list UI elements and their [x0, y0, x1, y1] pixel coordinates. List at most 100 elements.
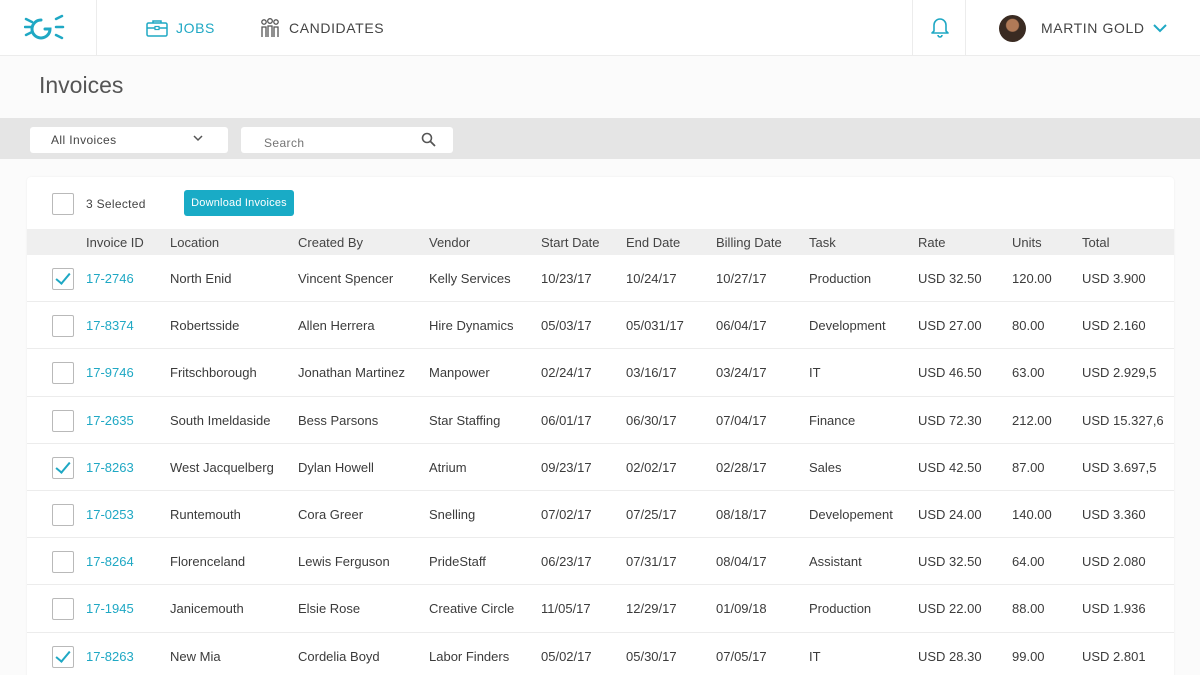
- row-checkbox[interactable]: [52, 362, 74, 385]
- units-cell: 140.00: [1012, 506, 1052, 522]
- invoice-id-link[interactable]: 17-2635: [86, 413, 134, 428]
- col-total-header[interactable]: Total: [1082, 235, 1109, 250]
- nav-jobs[interactable]: JOBS: [146, 0, 215, 56]
- invoice-id-link[interactable]: 17-8374: [86, 318, 134, 333]
- total-cell: USD 3.360: [1082, 506, 1146, 522]
- logo-icon: [24, 14, 65, 40]
- row-checkbox[interactable]: [52, 456, 74, 479]
- created-by-cell: Dylan Howell: [298, 459, 374, 475]
- billing-date-cell: 03/24/17: [716, 365, 767, 381]
- nav-candidates[interactable]: CANDIDATES: [259, 0, 384, 56]
- col-invoice-id-header[interactable]: Invoice ID: [86, 235, 144, 250]
- invoice-id-link[interactable]: 17-8263: [86, 460, 134, 475]
- col-units-header[interactable]: Units: [1012, 235, 1042, 250]
- col-location-header[interactable]: Location: [170, 235, 219, 250]
- total-cell: USD 2.929,5: [1082, 365, 1157, 381]
- billing-date-cell: 01/09/18: [716, 601, 767, 617]
- task-cell: IT: [809, 648, 821, 664]
- total-cell: USD 15.327,6: [1082, 412, 1164, 428]
- col-created-by-header[interactable]: Created By: [298, 235, 363, 250]
- invoice-id-link[interactable]: 17-8264: [86, 554, 134, 569]
- row-checkbox[interactable]: [52, 598, 74, 621]
- rate-cell: USD 42.50: [918, 459, 982, 475]
- table-row[interactable]: 17-0253 Runtemouth Cora Greer Snelling 07/02…: [27, 491, 1174, 539]
- col-rate-header[interactable]: Rate: [918, 235, 945, 250]
- people-icon: [261, 18, 279, 37]
- task-cell: Production: [809, 271, 872, 286]
- created-by-cell: Allen Herrera: [298, 318, 375, 334]
- table-row[interactable]: 17-2635 South Imeldaside Bess Parsons Star …: [27, 397, 1174, 444]
- table-header: Invoice ID Location Created By Vendor Start …: [27, 229, 1174, 255]
- vendor-cell: PrideStaff: [429, 554, 486, 570]
- total-cell: USD 2.080: [1082, 554, 1146, 570]
- location-cell: West Jacquelberg: [170, 459, 274, 475]
- notifications-button[interactable]: [912, 0, 966, 56]
- total-cell: USD 2.160: [1082, 318, 1146, 334]
- invoice-filter-select[interactable]: All Invoices: [30, 127, 228, 153]
- units-cell: 212.00: [1012, 412, 1052, 428]
- row-checkbox[interactable]: [52, 645, 74, 668]
- units-cell: 63.00: [1012, 365, 1045, 381]
- invoice-id-link[interactable]: 17-1945: [86, 601, 134, 616]
- table-row[interactable]: 17-2746 North Enid Vincent Spencer Kelly Se…: [27, 255, 1174, 303]
- vendor-cell: Star Staffing: [429, 412, 501, 428]
- task-cell: Assistant: [809, 554, 862, 570]
- download-invoices-button[interactable]: Download Invoices: [184, 190, 294, 216]
- logo[interactable]: [0, 0, 97, 56]
- table-row[interactable]: 17-8264 Florenceland Lewis Ferguson PrideSt…: [27, 538, 1174, 586]
- units-cell: 99.00: [1012, 648, 1045, 664]
- vendor-cell: Kelly Services: [429, 271, 511, 286]
- search-icon[interactable]: [421, 132, 436, 147]
- invoice-id-link[interactable]: 17-2746: [86, 271, 134, 286]
- invoice-id-link[interactable]: 17-8263: [86, 649, 134, 664]
- rate-cell: USD 22.00: [918, 601, 982, 617]
- total-cell: USD 3.900: [1082, 271, 1146, 286]
- table-row[interactable]: 17-1945 Janicemouth Elsie Rose Creative Cir…: [27, 585, 1174, 633]
- end-date-cell: 06/30/17: [626, 412, 677, 428]
- billing-date-cell: 10/27/17: [716, 271, 767, 286]
- selection-bar: 3 Selected Download Invoices: [27, 177, 1174, 229]
- select-all-checkbox[interactable]: [52, 193, 74, 215]
- task-cell: Production: [809, 601, 872, 617]
- col-vendor-header[interactable]: Vendor: [429, 235, 470, 250]
- row-checkbox[interactable]: [52, 268, 74, 290]
- location-cell: Robertsside: [170, 318, 240, 334]
- created-by-cell: Cora Greer: [298, 506, 364, 522]
- table-row[interactable]: 17-8374 Robertsside Allen Herrera Hire Dyna…: [27, 302, 1174, 350]
- task-cell: Development: [809, 318, 886, 334]
- vendor-cell: Creative Circle: [429, 601, 515, 617]
- start-date-cell: 06/01/17: [541, 412, 592, 428]
- row-checkbox[interactable]: [52, 409, 74, 432]
- start-date-cell: 09/23/17: [541, 459, 592, 475]
- end-date-cell: 07/31/17: [626, 554, 677, 570]
- table-row[interactable]: 17-9746 Fritschborough Jonathan Martinez Ma…: [27, 349, 1174, 397]
- col-start-date-header[interactable]: Start Date: [541, 235, 600, 250]
- row-checkbox[interactable]: [52, 315, 74, 338]
- user-menu[interactable]: MARTIN GOLD: [999, 14, 1145, 42]
- start-date-cell: 05/02/17: [541, 648, 592, 664]
- total-cell: USD 2.801: [1082, 648, 1146, 664]
- task-cell: Sales: [809, 459, 842, 475]
- col-end-date-header[interactable]: End Date: [626, 235, 680, 250]
- nav-jobs-label: JOBS: [176, 20, 215, 36]
- invoice-id-link[interactable]: 17-9746: [86, 365, 134, 380]
- vendor-cell: Manpower: [429, 365, 490, 381]
- location-cell: New Mia: [170, 648, 221, 664]
- invoice-card: 3 Selected Download Invoices Invoice ID L…: [27, 177, 1174, 675]
- row-checkbox[interactable]: [52, 551, 74, 574]
- created-by-cell: Jonathan Martinez: [298, 365, 405, 381]
- table-row[interactable]: 17-8263 West Jacquelberg Dylan Howell Atriu…: [27, 444, 1174, 491]
- col-task-header[interactable]: Task: [809, 235, 836, 250]
- table-row[interactable]: 17-8263 New Mia Cordelia Boyd Labor Finders…: [27, 633, 1174, 675]
- chevron-down-icon[interactable]: [1153, 23, 1167, 33]
- rate-cell: USD 46.50: [918, 365, 982, 381]
- units-cell: 120.00: [1012, 271, 1052, 286]
- invoice-id-link[interactable]: 17-0253: [86, 507, 134, 522]
- avatar: [999, 14, 1026, 42]
- row-checkbox[interactable]: [52, 503, 74, 526]
- col-billing-date-header[interactable]: Billing Date: [716, 235, 782, 250]
- table-body: 17-2746 North Enid Vincent Spencer Kelly Se…: [27, 255, 1174, 675]
- units-cell: 88.00: [1012, 601, 1045, 617]
- vendor-cell: Hire Dynamics: [429, 318, 514, 334]
- chevron-down-icon: [193, 135, 203, 142]
